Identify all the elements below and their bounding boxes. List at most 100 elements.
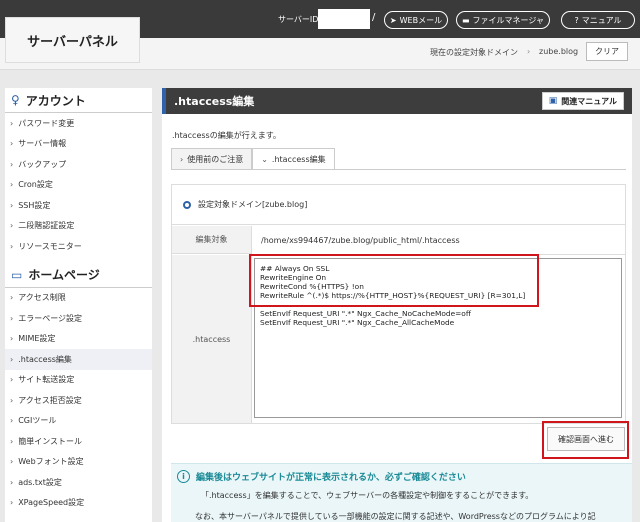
sidebar-item-account-3[interactable]: › Cron設定 (5, 175, 152, 196)
window-icon: ▭ (11, 267, 23, 282)
sidebar-item-homepage-0[interactable]: › アクセス制限 (5, 288, 152, 309)
chevron-right-icon: › (10, 436, 14, 446)
sidebar-item-homepage-5[interactable]: › アクセス拒否設定 (5, 390, 152, 411)
notice-line-2: なお、本サーバーパネルで提供している一部機能の設定に関する記述や、WordPre… (195, 512, 596, 521)
sidebar-item-label: SSH設定 (18, 200, 51, 210)
chevron-right-icon: › (10, 334, 14, 344)
sidebar-item-label: パスワード変更 (18, 118, 75, 128)
notice-heading: i 編集後はウェブサイトが正常に表示されるか、必ずご確認ください (177, 470, 466, 483)
book-icon: ▣ (548, 96, 558, 106)
sidebar-item-homepage-7[interactable]: › 簡単インストール (5, 431, 152, 452)
chevron-right-icon: › (10, 200, 14, 210)
sidebar-item-label: ads.txt設定 (18, 477, 62, 487)
homepage-menu: › アクセス制限 › エラーページ設定 › MIME設定 › .htaccess編集 › サイト転… (5, 288, 152, 514)
chevron-right-icon: › (10, 395, 14, 405)
chevron-right-icon: › (10, 293, 14, 303)
sidebar-item-label: Webフォント設定 (18, 457, 84, 467)
sidebar-item-account-6[interactable]: › リソースモニター (5, 236, 152, 257)
page-title-text: .htaccess編集 (174, 95, 255, 108)
sidebar-item-homepage-8[interactable]: › Webフォント設定 (5, 452, 152, 473)
sidebar-item-account-5[interactable]: › 二段階認証設定 (5, 216, 152, 237)
account-menu: › パスワード変更 › サーバー情報 › バックアップ › Cron設定 › SSH設定 › 二段階認… (5, 113, 152, 257)
manual-label: マニュアル (581, 15, 622, 25)
current-domain-label: 現在の設定対象ドメイン (430, 48, 518, 57)
sidebar-item-account-4[interactable]: › SSH設定 (5, 195, 152, 216)
clear-button[interactable]: クリア (586, 42, 628, 61)
sidebar-item-homepage-3[interactable]: › .htaccess編集 (5, 349, 152, 370)
chevron-right-icon: › (10, 180, 14, 190)
sidebar-item-account-2[interactable]: › バックアップ (5, 154, 152, 175)
account-title: アカウント (25, 93, 86, 108)
server-id-label: サーバーID (278, 15, 319, 24)
sidebar-item-label: アクセス制限 (18, 293, 66, 303)
chevron-right-icon: › (10, 375, 14, 385)
notice-title: 編集後はウェブサイトが正常に表示されるか、必ずご確認ください (196, 473, 466, 483)
chevron-right-icon: › (10, 477, 14, 487)
file-manager-label: ファイルマネージャ (472, 15, 544, 25)
logo[interactable]: サーバーパネル (5, 17, 140, 63)
sidebar-item-label: 二段階認証設定 (18, 221, 75, 231)
sidebar-item-homepage-2[interactable]: › MIME設定 (5, 329, 152, 350)
target-domain-text: 設定対象ドメイン[zube.blog] (198, 200, 308, 209)
chevron-right-icon: › (10, 118, 14, 128)
separator: / (372, 12, 376, 23)
htaccess-label: .htaccess (172, 255, 252, 423)
sidebar-item-label: リソースモニター (18, 241, 82, 251)
sidebar: ♀ アカウント › パスワード変更 › サーバー情報 › バックアップ › Cron設定 › SS… (5, 88, 152, 522)
chevron-right-icon: › (10, 221, 14, 231)
sidebar-item-homepage-4[interactable]: › サイト転送設定 (5, 370, 152, 391)
chevron-right-icon: › (10, 416, 14, 426)
sidebar-item-homepage-9[interactable]: › ads.txt設定 (5, 472, 152, 493)
sidebar-item-label: バックアップ (18, 159, 67, 169)
question-icon: ? (574, 15, 579, 25)
sidebar-item-label: CGIツール (18, 416, 57, 426)
tabs: › 使用前のご注意 ⌄ .htaccess編集 (171, 148, 335, 170)
chevron-right-icon: › (527, 47, 531, 56)
sidebar-item-label: Cron設定 (18, 180, 53, 190)
sidebar-item-label: サーバー情報 (18, 139, 67, 149)
chevron-down-icon: ⌄ (261, 154, 268, 164)
tab-label: .htaccess編集 (271, 154, 326, 164)
tab-label: 使用前のご注意 (187, 154, 244, 164)
tab-htaccess-edit[interactable]: ⌄ .htaccess編集 (252, 148, 335, 170)
chevron-right-icon: › (10, 498, 14, 508)
edit-target-path: /home/xs994467/zube.blog/public_html/.ht… (261, 236, 460, 245)
sidebar-item-homepage-1[interactable]: › エラーページ設定 (5, 308, 152, 329)
current-domain: zube.blog (539, 47, 579, 56)
file-manager-button[interactable]: ▬ ファイルマネージャ (456, 11, 550, 29)
highlight-ssl-rules (249, 254, 539, 307)
sidebar-heading-homepage: ▭ ホームページ (5, 263, 152, 288)
sidebar-item-label: アクセス拒否設定 (18, 395, 82, 405)
sidebar-item-label: .htaccess編集 (18, 354, 72, 364)
tab-precautions[interactable]: › 使用前のご注意 (171, 148, 253, 170)
chevron-right-icon: › (10, 313, 14, 323)
sidebar-item-homepage-6[interactable]: › CGIツール (5, 411, 152, 432)
related-manual-button[interactable]: ▣ 関連マニュアル (541, 92, 624, 110)
sidebar-item-account-1[interactable]: › サーバー情報 (5, 134, 152, 155)
sidebar-item-label: エラーページ設定 (18, 313, 83, 323)
info-icon: i (177, 470, 190, 483)
manual-button[interactable]: ? マニュアル (561, 11, 635, 29)
target-domain-heading: 設定対象ドメイン[zube.blog] (172, 185, 625, 225)
web-mail-label: WEBメール (399, 15, 443, 25)
sidebar-item-account-0[interactable]: › パスワード変更 (5, 113, 152, 134)
sidebar-item-label: サイト転送設定 (18, 375, 75, 385)
chevron-right-icon: › (180, 154, 184, 164)
web-mail-button[interactable]: ➤ WEBメール (384, 11, 448, 29)
sidebar-item-homepage-10[interactable]: › XPageSpeed設定 (5, 493, 152, 514)
chevron-right-icon: › (10, 139, 14, 149)
sidebar-item-label: MIME設定 (18, 334, 56, 344)
chevron-right-icon: › (10, 241, 14, 251)
folder-icon: ▬ (461, 15, 470, 25)
user-icon: ♀ (11, 93, 20, 107)
tab-divider (171, 169, 626, 170)
server-id-value (318, 9, 370, 29)
sidebar-item-label: XPageSpeed設定 (18, 498, 85, 508)
homepage-title: ホームページ (28, 268, 100, 282)
notice-line-1: 「.htaccess」を編集することで、ウェブサーバーの各種設定や制御をすること… (201, 491, 534, 500)
edit-target-label: 編集対象 (172, 226, 252, 254)
sidebar-item-label: 簡単インストール (18, 436, 83, 446)
chevron-right-icon: › (10, 354, 14, 364)
notice-box: i 編集後はウェブサイトが正常に表示されるか、必ずご確認ください 「.htacc… (171, 463, 632, 522)
send-icon: ➤ (389, 15, 397, 25)
